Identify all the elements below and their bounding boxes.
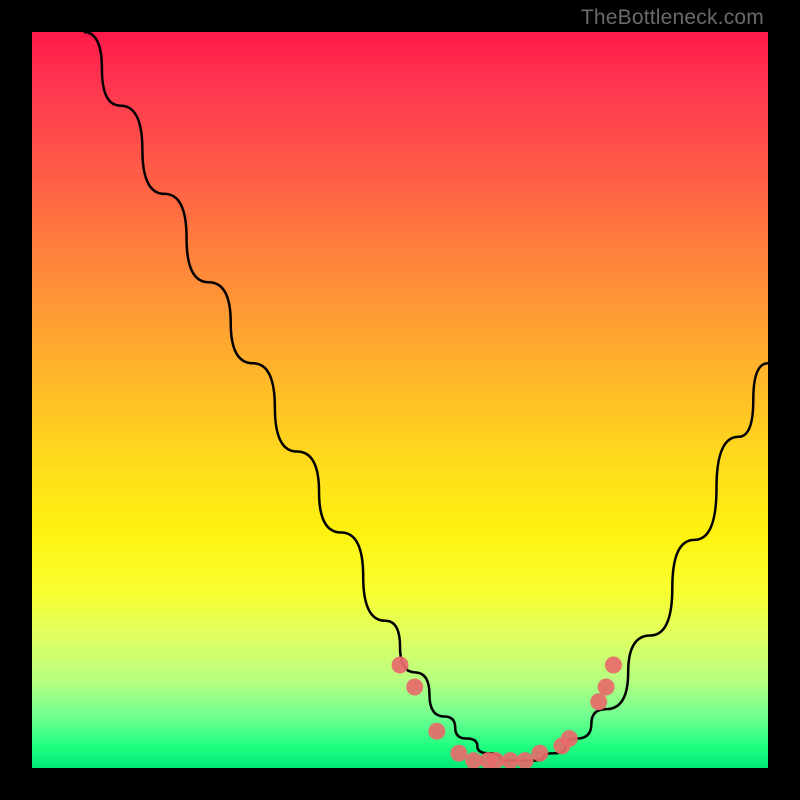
plot-area — [32, 32, 768, 768]
watermark: TheBottleneck.com — [581, 6, 764, 30]
chart-container: TheBottleneck.com — [0, 0, 800, 800]
